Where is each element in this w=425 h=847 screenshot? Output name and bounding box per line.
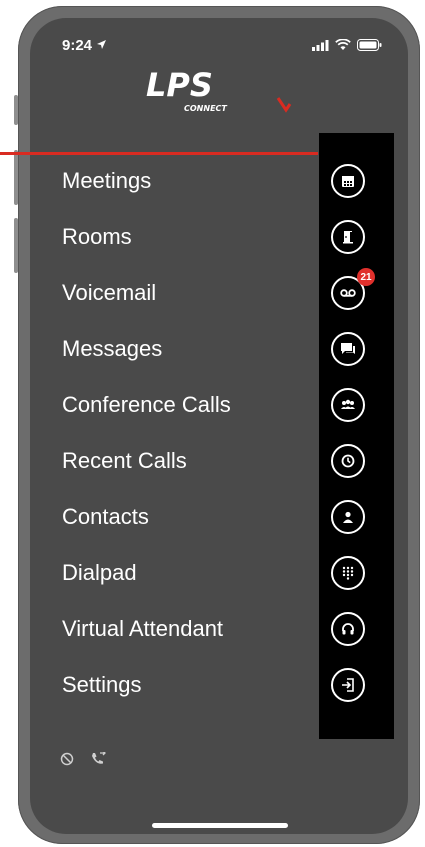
chat-icon[interactable]	[331, 332, 365, 366]
door-icon[interactable]	[331, 220, 365, 254]
menu-item-settings[interactable]: Settings	[62, 672, 142, 698]
menu-item-meetings[interactable]: Meetings	[62, 168, 151, 194]
home-indicator[interactable]	[152, 823, 288, 828]
status-time: 9:24	[62, 37, 107, 54]
status-icons	[312, 38, 382, 56]
svg-text:LPS: LPS	[146, 68, 213, 104]
menu-item-voicemail[interactable]: Voicemail	[62, 280, 156, 306]
voicemail-icon[interactable]: 21	[331, 268, 375, 310]
calendar-icon[interactable]	[331, 164, 365, 198]
menu-item-virtual-attendant[interactable]: Virtual Attendant	[62, 616, 223, 642]
headset-icon[interactable]	[331, 612, 365, 646]
battery-icon	[357, 38, 382, 56]
signal-icon	[312, 38, 329, 56]
clock-text: 9:24	[62, 37, 93, 54]
voicemail-badge: 21	[357, 268, 375, 286]
menu-item-dialpad[interactable]: Dialpad	[62, 560, 137, 586]
icon-bar: 21	[319, 133, 394, 739]
callout-line	[0, 152, 318, 155]
person-icon[interactable]	[331, 500, 365, 534]
logout-icon[interactable]	[331, 668, 365, 702]
lps-connect-logo: LPS CONNECT	[140, 66, 310, 118]
menu-item-rooms[interactable]: Rooms	[62, 224, 132, 250]
menu-item-contacts[interactable]: Contacts	[62, 504, 149, 530]
location-arrow-icon	[96, 37, 107, 54]
menu-item-conference-calls[interactable]: Conference Calls	[62, 392, 231, 418]
clock-icon[interactable]	[331, 444, 365, 478]
footer-status-icons	[60, 750, 106, 771]
menu-item-recent-calls[interactable]: Recent Calls	[62, 448, 187, 474]
menu-item-messages[interactable]: Messages	[62, 336, 162, 362]
do-not-disturb-icon[interactable]	[60, 752, 74, 771]
svg-text:CONNECT: CONNECT	[184, 104, 227, 113]
dialpad-icon[interactable]	[331, 556, 365, 590]
wifi-icon	[335, 38, 351, 56]
call-forward-icon[interactable]	[90, 750, 106, 771]
group-icon[interactable]	[331, 388, 365, 422]
